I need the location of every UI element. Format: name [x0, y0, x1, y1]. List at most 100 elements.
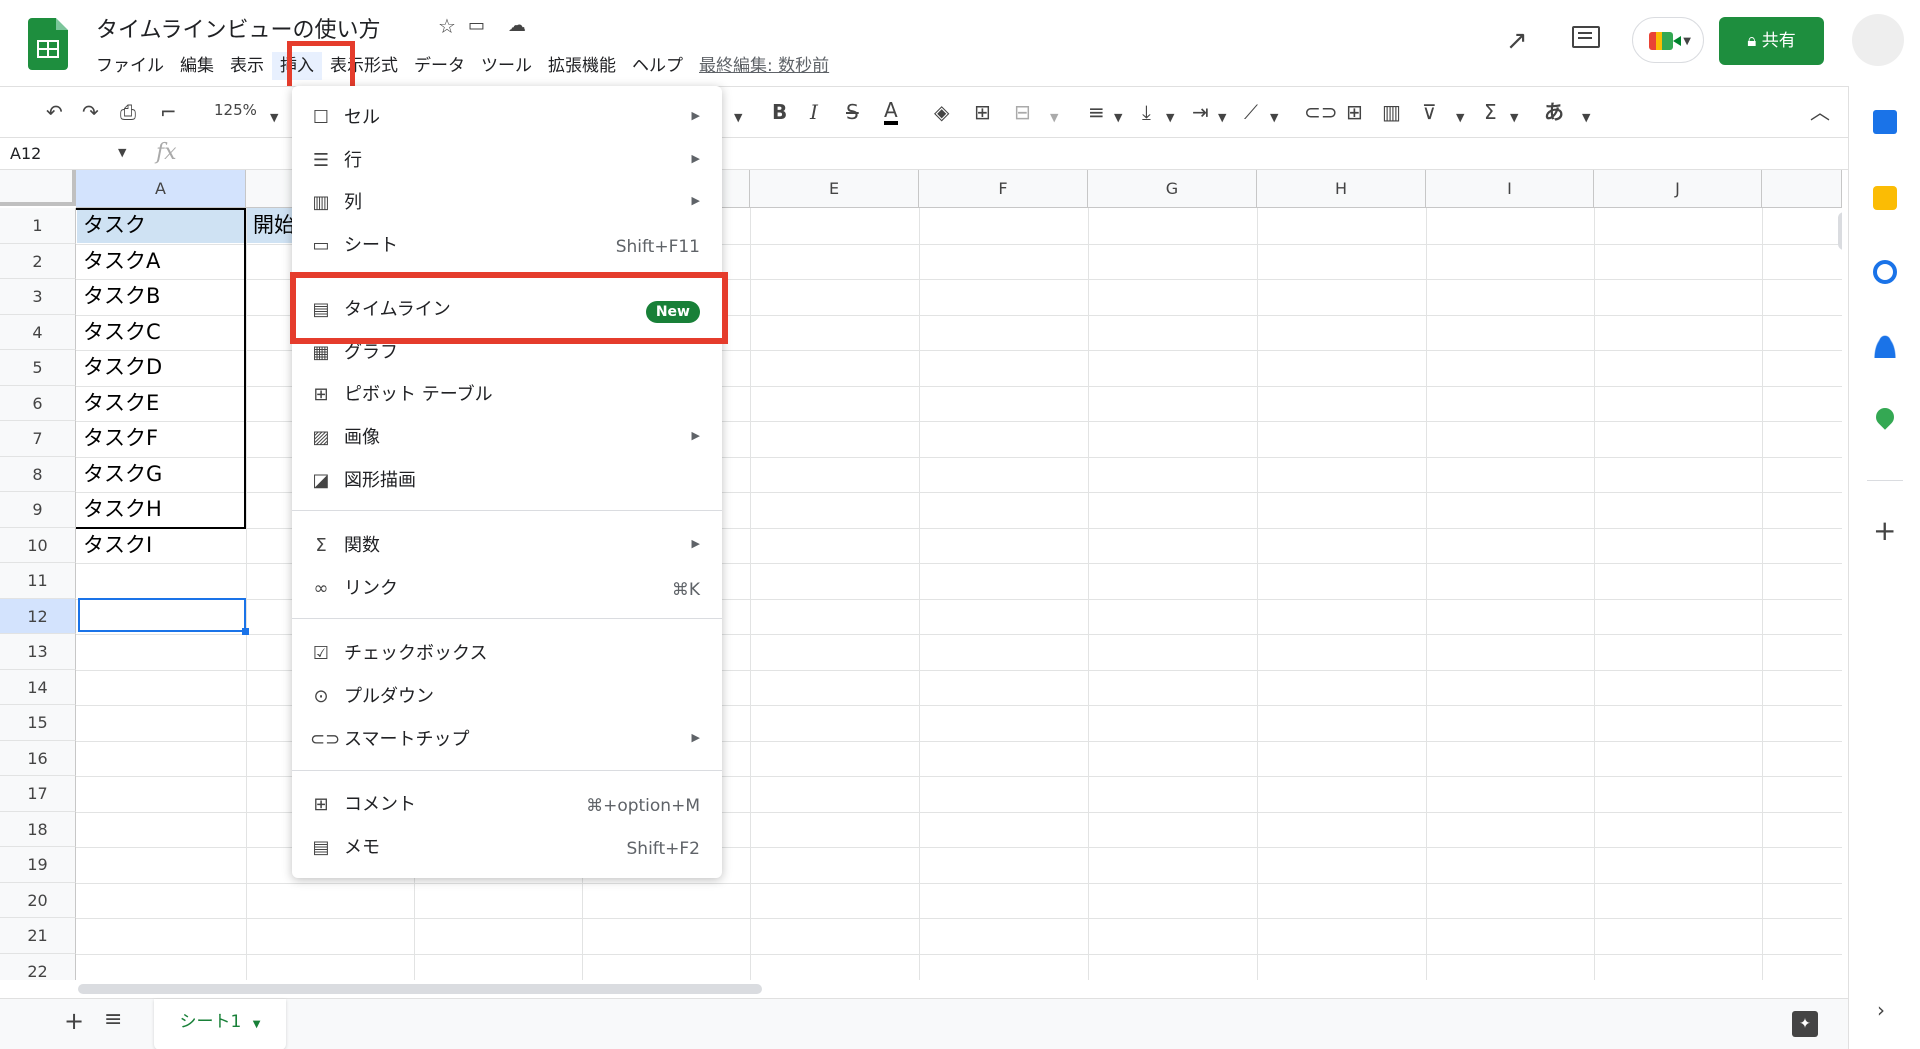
wrap-chevron-icon[interactable]: ▼: [1218, 105, 1226, 131]
strikethrough-icon[interactable]: S: [846, 99, 859, 125]
spreadsheet-grid[interactable]: A E F G H I J 1 2 3 4 5 6 7 8 9 10 11 12…: [0, 170, 1842, 980]
menu-item-note[interactable]: ▤ メモ Shift+F2: [292, 827, 722, 869]
menu-help[interactable]: ヘルプ: [624, 52, 691, 80]
functions-chevron-icon[interactable]: ▼: [1510, 105, 1518, 131]
document-title[interactable]: タイムラインビューの使い方: [96, 12, 380, 44]
horizontal-scrollbar-thumb[interactable]: [78, 984, 762, 994]
text-color-icon[interactable]: A: [884, 99, 898, 125]
selected-cell-a12[interactable]: [78, 598, 246, 632]
fill-color-icon[interactable]: ◈: [934, 99, 949, 125]
fill-handle[interactable]: [242, 628, 249, 635]
row-header-12[interactable]: 12: [0, 598, 76, 634]
row-header-8[interactable]: 8: [0, 456, 76, 492]
row-header-1[interactable]: 1: [0, 208, 76, 244]
menu-item-pivot-table[interactable]: ⊞ ピボット テーブル: [292, 374, 722, 416]
expand-panel-icon[interactable]: ›: [1877, 998, 1885, 1022]
explore-icon[interactable]: ✦: [1792, 1011, 1818, 1037]
menu-item-drawing[interactable]: ◪ 図形描画: [292, 460, 722, 502]
menu-item-link[interactable]: ∞ リンク ⌘K: [292, 568, 722, 610]
chevron-down-icon[interactable]: ▼: [253, 1019, 261, 1030]
row-header-6[interactable]: 6: [0, 385, 76, 421]
text-rotation-icon[interactable]: ⟋: [1244, 99, 1258, 125]
row-header-19[interactable]: 19: [0, 847, 76, 883]
row-header-20[interactable]: 20: [0, 882, 76, 918]
row-header-9[interactable]: 9: [0, 492, 76, 528]
all-sheets-icon[interactable]: ≡: [104, 1007, 122, 1032]
functions-icon[interactable]: Σ: [1484, 99, 1497, 125]
print-icon[interactable]: ⎙: [120, 99, 136, 125]
row-header-16[interactable]: 16: [0, 740, 76, 776]
vertical-align-icon[interactable]: ⤓: [1142, 99, 1151, 125]
row-header-18[interactable]: 18: [0, 811, 76, 847]
column-header-g[interactable]: G: [1088, 170, 1257, 208]
row-header-17[interactable]: 17: [0, 776, 76, 812]
redo-icon[interactable]: ↷: [82, 99, 99, 125]
menu-item-row[interactable]: ☰ 行 ▶: [292, 140, 722, 182]
cell-a10[interactable]: タスクI: [77, 528, 246, 563]
star-icon[interactable]: ☆: [438, 14, 456, 38]
menu-item-dropdown[interactable]: ⊙ プルダウン: [292, 676, 722, 718]
filter-icon[interactable]: ⊽: [1422, 99, 1437, 125]
font-size-chevron-icon[interactable]: ▼: [734, 105, 742, 131]
merge-chevron-icon[interactable]: ▼: [1050, 105, 1058, 131]
menu-tools[interactable]: ツール: [473, 52, 540, 80]
select-all-corner[interactable]: [0, 170, 76, 206]
borders-icon[interactable]: ⊞: [974, 99, 991, 125]
row-header-15[interactable]: 15: [0, 705, 76, 741]
row-header-10[interactable]: 10: [0, 527, 76, 563]
sheets-logo-icon[interactable]: [28, 18, 68, 70]
move-folder-icon[interactable]: ▭: [468, 15, 485, 36]
add-sheet-icon[interactable]: +: [64, 1007, 84, 1035]
contacts-icon[interactable]: [1873, 334, 1897, 358]
paint-format-icon[interactable]: ⌐: [160, 99, 177, 125]
share-button[interactable]: 🔒︎ 共有: [1719, 17, 1824, 65]
menu-data[interactable]: データ: [406, 52, 473, 80]
column-header-e[interactable]: E: [750, 170, 919, 208]
bold-icon[interactable]: B: [772, 99, 787, 125]
row-header-3[interactable]: 3: [0, 279, 76, 315]
row-header-2[interactable]: 2: [0, 243, 76, 279]
column-header-h[interactable]: H: [1257, 170, 1426, 208]
trend-icon[interactable]: ↗: [1506, 26, 1528, 56]
insert-chart-icon[interactable]: ▥: [1382, 99, 1401, 125]
collapse-toolbar-icon[interactable]: ︿: [1810, 99, 1830, 125]
menu-item-cell[interactable]: ☐ セル ▶: [292, 97, 722, 139]
row-header-21[interactable]: 21: [0, 918, 76, 954]
name-box-chevron-icon[interactable]: ▼: [118, 146, 126, 159]
keep-icon[interactable]: [1873, 186, 1897, 210]
menu-item-comment[interactable]: ⊞ コメント ⌘+option+M: [292, 784, 722, 826]
name-box[interactable]: A12: [10, 144, 41, 163]
column-header-i[interactable]: I: [1426, 170, 1594, 208]
get-addons-icon[interactable]: +: [1873, 514, 1896, 547]
menu-item-function[interactable]: Σ 関数 ▶: [292, 525, 722, 567]
row-header-13[interactable]: 13: [0, 634, 76, 670]
insert-link-icon[interactable]: ⊂⊃: [1304, 99, 1338, 125]
row-header-14[interactable]: 14: [0, 669, 76, 705]
menu-item-column[interactable]: ▥ 列 ▶: [292, 182, 722, 224]
menu-file[interactable]: ファイル: [88, 52, 172, 80]
maps-icon[interactable]: [1872, 404, 1898, 430]
merge-cells-icon[interactable]: ⊟: [1014, 99, 1031, 125]
rotation-chevron-icon[interactable]: ▼: [1270, 105, 1278, 131]
menu-extensions[interactable]: 拡張機能: [540, 52, 624, 80]
horizontal-align-icon[interactable]: ≡: [1088, 99, 1105, 125]
text-wrap-icon[interactable]: ⇥: [1192, 99, 1209, 125]
column-header-j[interactable]: J: [1594, 170, 1762, 208]
menu-item-checkbox[interactable]: ☑ チェックボックス: [292, 633, 722, 675]
insert-comment-icon[interactable]: ⊞: [1346, 99, 1363, 125]
calendar-icon[interactable]: [1873, 110, 1897, 134]
undo-icon[interactable]: ↶: [46, 99, 63, 125]
avatar[interactable]: [1852, 14, 1904, 66]
input-mode-chevron-icon[interactable]: ▼: [1582, 105, 1590, 131]
row-header-4[interactable]: 4: [0, 314, 76, 350]
sheet-tab-1[interactable]: シート1 ▼: [154, 999, 286, 1049]
menu-view[interactable]: 表示: [222, 52, 272, 80]
filter-chevron-icon[interactable]: ▼: [1456, 105, 1464, 131]
last-edit-link[interactable]: 最終編集: 数秒前: [691, 52, 837, 78]
menu-edit[interactable]: 編集: [172, 52, 222, 80]
menu-item-sheet[interactable]: ▭ シート Shift+F11: [292, 225, 722, 267]
italic-icon[interactable]: I: [810, 99, 818, 125]
input-mode-button[interactable]: あ: [1544, 99, 1564, 125]
row-header-11[interactable]: 11: [0, 563, 76, 599]
vertical-scrollbar[interactable]: [1838, 212, 1842, 250]
